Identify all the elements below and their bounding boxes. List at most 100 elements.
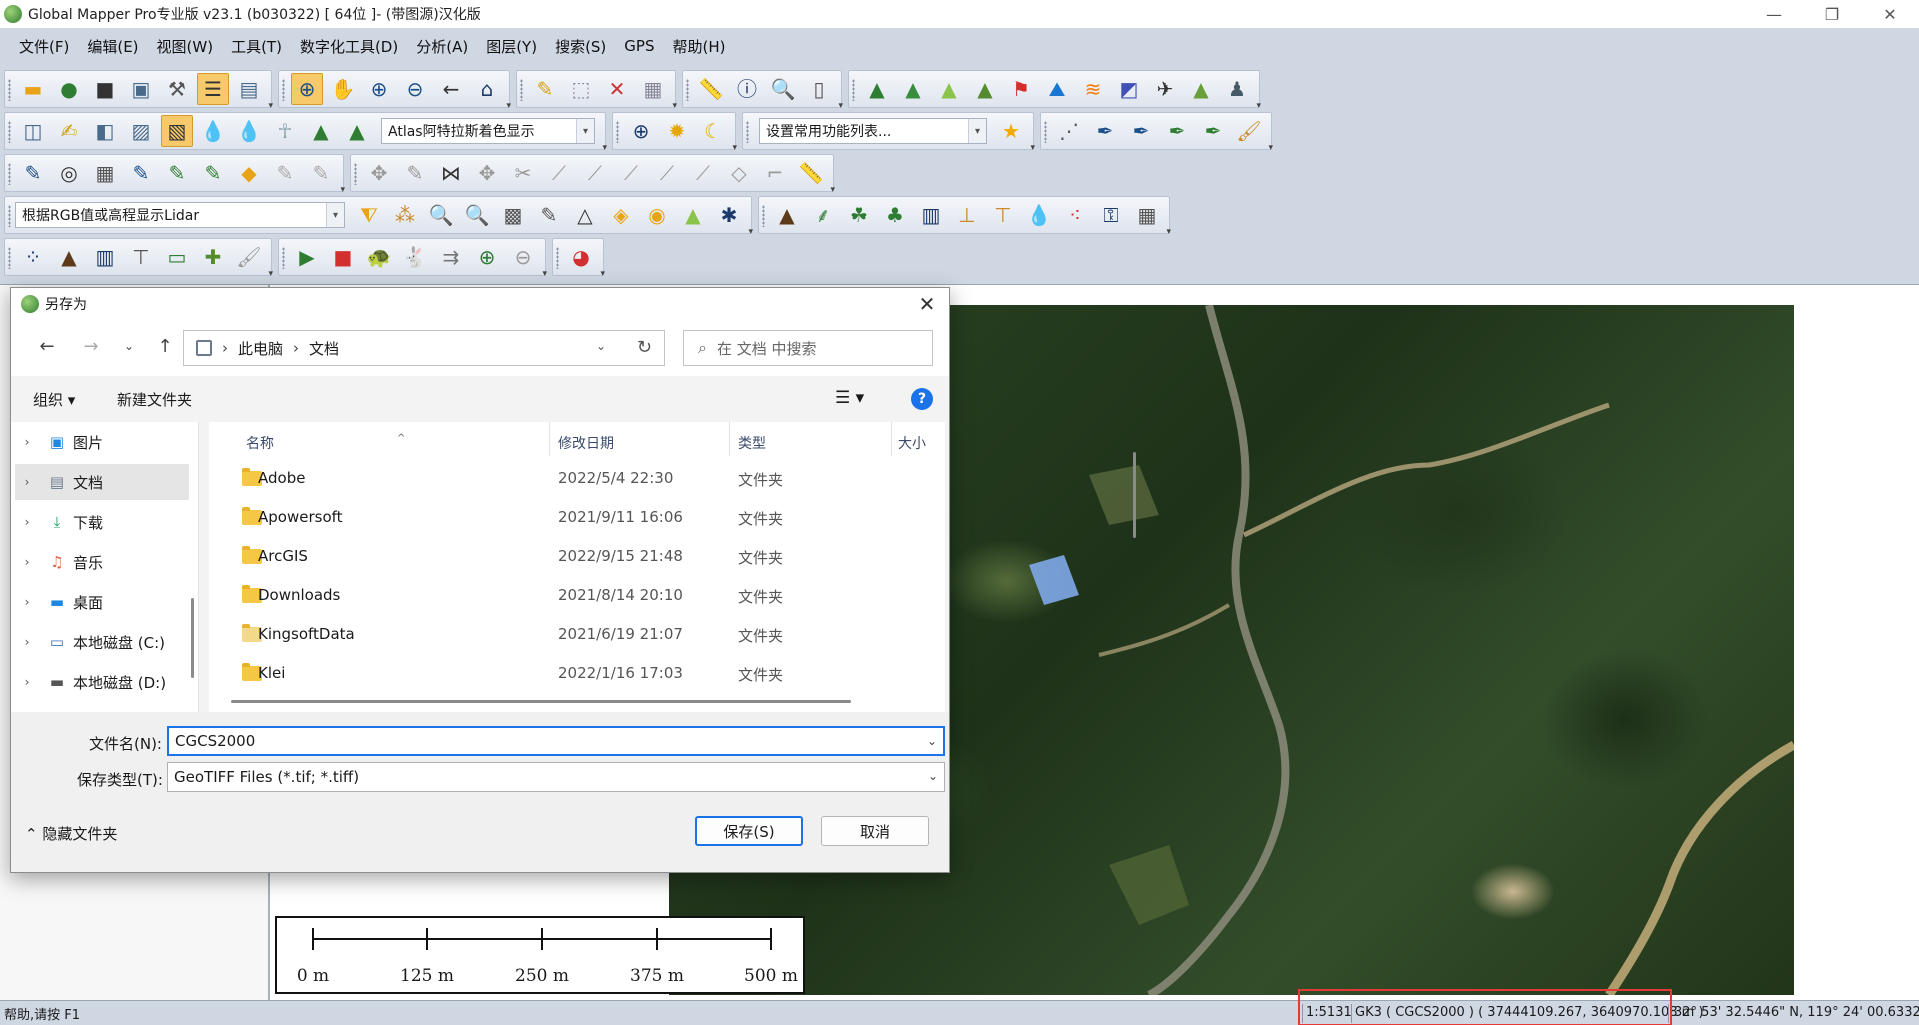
highlight-icon[interactable]: ✍ bbox=[53, 115, 85, 147]
feature-select-icon[interactable]: ▦ bbox=[637, 73, 669, 105]
tree-icon[interactable]: ♣ bbox=[879, 199, 911, 231]
file-row[interactable]: Apowersoft 2021/9/11 16:06 文件夹 bbox=[209, 498, 939, 537]
mountains-icon[interactable]: ▲ bbox=[53, 241, 85, 273]
file-row[interactable]: ArcGIS 2022/9/15 21:48 文件夹 bbox=[209, 537, 939, 576]
menu-analysis[interactable]: 分析(A) bbox=[407, 36, 477, 57]
close-button[interactable]: ✕ bbox=[1861, 0, 1919, 28]
restore-button[interactable]: ❐ bbox=[1803, 0, 1861, 28]
filter-funnel-icon[interactable]: ⧨ bbox=[353, 199, 385, 231]
digitize-pen4-icon[interactable]: ✎ bbox=[197, 157, 229, 189]
file-row[interactable]: Downloads 2021/8/14 20:10 文件夹 bbox=[209, 576, 939, 615]
grass-icon[interactable]: ⸙ bbox=[807, 199, 839, 231]
buildings-icon[interactable]: ▥ bbox=[89, 241, 121, 273]
zoom-tool-icon[interactable]: ⊕ bbox=[291, 73, 323, 105]
nav-scrollbar[interactable] bbox=[191, 598, 194, 678]
save-button[interactable]: 保存(S) bbox=[695, 816, 803, 846]
digitize-pen-icon[interactable]: ✎ bbox=[17, 157, 49, 189]
building-icon[interactable]: ▥ bbox=[915, 199, 947, 231]
draw-points-icon[interactable]: ⋰ bbox=[1053, 115, 1085, 147]
draw-area-icon[interactable]: ✒ bbox=[1161, 115, 1193, 147]
power-line-icon[interactable]: ⊤ bbox=[987, 199, 1019, 231]
home-icon[interactable]: ⌂ bbox=[471, 73, 503, 105]
expand-chevron-icon[interactable]: › bbox=[15, 475, 39, 489]
mountain-icon[interactable]: ▲ bbox=[341, 115, 373, 147]
vertical-scrollbar[interactable] bbox=[1133, 452, 1136, 538]
menu-edit[interactable]: 编辑(E) bbox=[78, 36, 147, 57]
remove-layer-icon[interactable]: ⊖ bbox=[507, 241, 539, 273]
back-arrow-icon[interactable]: ← bbox=[435, 73, 467, 105]
vertex-d-icon[interactable]: ⟋ bbox=[651, 157, 683, 189]
globe-grid-icon[interactable]: ⊕ bbox=[625, 115, 657, 147]
overview-icon[interactable]: ▤ bbox=[233, 73, 265, 105]
column-separator[interactable] bbox=[891, 422, 892, 456]
shader-icon[interactable]: ◩ bbox=[1113, 73, 1145, 105]
draw-green-icon[interactable]: ✒ bbox=[1197, 115, 1229, 147]
stop-icon[interactable]: ■ bbox=[327, 241, 359, 273]
nav-item-documents[interactable]: › ▤ 文档 bbox=[15, 464, 189, 500]
water-drop-icon[interactable]: 💧 bbox=[233, 115, 265, 147]
color-globe-icon[interactable]: ◕ bbox=[565, 241, 597, 273]
brush-gray-icon[interactable]: 🖌 bbox=[233, 241, 265, 273]
digitize-disabled-1-icon[interactable]: ✎ bbox=[269, 157, 301, 189]
shapes-icon[interactable]: ◆ bbox=[233, 157, 265, 189]
lidar-classify-icon[interactable]: ◈ bbox=[605, 199, 637, 231]
forward-arrow-icon[interactable]: → bbox=[79, 334, 103, 358]
search-doc-icon[interactable]: 🔍 bbox=[767, 73, 799, 105]
help-icon[interactable]: ? bbox=[911, 388, 933, 410]
nav-item-drive-c[interactable]: › ▭ 本地磁盘 (C:) bbox=[15, 624, 189, 660]
expand-chevron-icon[interactable]: › bbox=[15, 595, 39, 609]
pencil-icon[interactable]: ✎ bbox=[529, 73, 561, 105]
file-row[interactable]: Adobe 2022/5/4 22:30 文件夹 bbox=[209, 459, 939, 498]
point-cloud-icon[interactable]: ⁘ bbox=[17, 241, 49, 273]
scatter-icon[interactable]: ⁖ bbox=[1059, 199, 1091, 231]
zoom-in-icon[interactable]: ⊕ bbox=[363, 73, 395, 105]
hide-folders-toggle[interactable]: ⌃ 隐藏文件夹 bbox=[25, 823, 117, 844]
grid-diag-icon[interactable]: ▧ bbox=[161, 115, 193, 147]
play-icon[interactable]: ▶ bbox=[291, 241, 323, 273]
digitize-disabled-2-icon[interactable]: ✎ bbox=[305, 157, 337, 189]
draw-line-icon[interactable]: ✒ bbox=[1089, 115, 1121, 147]
vertex-node-icon[interactable]: ⋈ bbox=[435, 157, 467, 189]
menu-layer[interactable]: 图层(Y) bbox=[477, 36, 546, 57]
terrain-flag-icon[interactable]: ⚑ bbox=[1005, 73, 1037, 105]
nav-item-pictures[interactable]: › ▣ 图片 bbox=[15, 424, 189, 460]
file-row[interactable]: KingsoftData 2021/6/19 21:07 文件夹 bbox=[209, 615, 939, 654]
contour-icon[interactable]: ≋ bbox=[1077, 73, 1109, 105]
expand-chevron-icon[interactable]: › bbox=[15, 635, 39, 649]
terrain-1-icon[interactable]: ▲ bbox=[861, 73, 893, 105]
terrain-person-icon[interactable]: ♟ bbox=[1221, 73, 1253, 105]
digitize-pen2-icon[interactable]: ✎ bbox=[125, 157, 157, 189]
power-tower-icon[interactable]: ⊤ bbox=[125, 241, 157, 273]
search-input[interactable]: ⌕ 在 文档 中搜索 bbox=[683, 330, 933, 366]
column-date[interactable]: 修改日期 bbox=[558, 433, 614, 453]
screen-icon[interactable]: ▭ bbox=[161, 241, 193, 273]
expand-chevron-icon[interactable]: › bbox=[15, 675, 39, 689]
address-bar[interactable]: › 此电脑 › 文档 ⌄ ↻ bbox=[183, 330, 665, 366]
nav-item-music[interactable]: › ♫ 音乐 bbox=[15, 544, 189, 580]
split-view-icon[interactable]: ◫ bbox=[17, 115, 49, 147]
vertex-g-icon[interactable]: ⌐ bbox=[759, 157, 791, 189]
vertex-a-icon[interactable]: ⟋ bbox=[543, 157, 575, 189]
split-icon[interactable]: ✂ bbox=[507, 157, 539, 189]
menu-tools[interactable]: 工具(T) bbox=[222, 36, 291, 57]
nav-item-downloads[interactable]: › ⤓ 下载 bbox=[15, 504, 189, 540]
vertex-c-icon[interactable]: ⟋ bbox=[615, 157, 647, 189]
lidar-points-icon[interactable]: ⁂ bbox=[389, 199, 421, 231]
moon-icon[interactable]: ☾ bbox=[697, 115, 729, 147]
lidar-display-select[interactable]: 根据RGB值或高程显示Lidar ▾ bbox=[15, 202, 345, 228]
watershed-icon[interactable]: ⛰ bbox=[1041, 73, 1073, 105]
save-icon[interactable]: ■ bbox=[89, 73, 121, 105]
lidar-sphere-icon[interactable]: ◉ bbox=[641, 199, 673, 231]
lidar-grid-icon[interactable]: ▩ bbox=[497, 199, 529, 231]
film-icon[interactable]: ▦ bbox=[1131, 199, 1163, 231]
terrain-edit-icon[interactable]: ▲ bbox=[1185, 73, 1217, 105]
view-shed-icon[interactable]: ✈ bbox=[1149, 73, 1181, 105]
target-icon[interactable]: ◎ bbox=[53, 157, 85, 189]
menu-search[interactable]: 搜索(S) bbox=[546, 36, 615, 57]
recent-locations-icon[interactable]: ⌄ bbox=[117, 334, 141, 358]
tower-icon[interactable]: ☥ bbox=[269, 115, 301, 147]
water-level-icon[interactable]: 💧 bbox=[197, 115, 229, 147]
info-icon[interactable]: ⓘ bbox=[731, 73, 763, 105]
refresh-icon[interactable]: ↻ bbox=[637, 337, 652, 358]
zoom-out-icon[interactable]: ⊖ bbox=[399, 73, 431, 105]
